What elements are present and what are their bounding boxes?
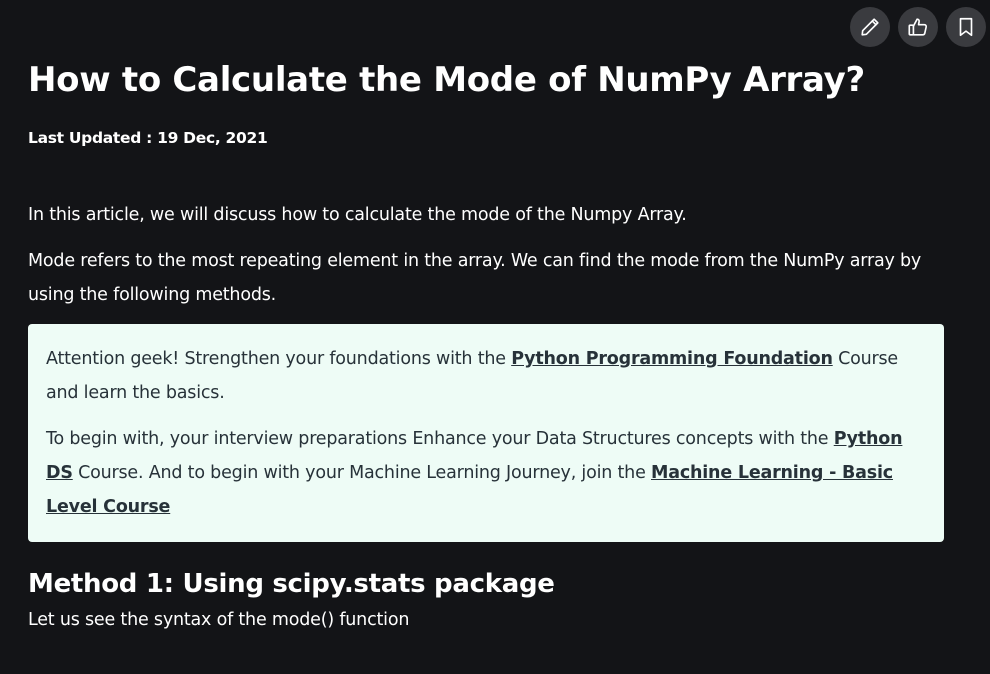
callout-line-1: Attention geek! Strengthen your foundati… [46,342,926,410]
callout-line-2: To begin with, your interview preparatio… [46,422,926,524]
bookmark-button[interactable] [946,7,986,47]
callout-text: To begin with, your interview preparatio… [46,429,834,449]
method-1-text: Let us see the syntax of the mode() func… [28,610,410,630]
intro-paragraph: In this article, we will discuss how to … [28,205,687,225]
article-content: How to Calculate the Mode of NumPy Array… [28,0,944,632]
bookmark-icon [959,17,973,37]
last-updated: Last Updated : 19 Dec, 2021 [28,129,268,147]
article-title: How to Calculate the Mode of NumPy Array… [28,60,865,100]
callout-text: Course. And to begin with your Machine L… [72,463,651,483]
python-foundation-link[interactable]: Python Programming Foundation [511,349,833,369]
callout-text: Attention geek! Strengthen your foundati… [46,349,512,369]
method-1-heading: Method 1: Using scipy.stats package [28,569,555,599]
course-callout: Attention geek! Strengthen your foundati… [28,324,944,542]
description-paragraph: Mode refers to the most repeating elemen… [28,251,922,305]
article-page: How to Calculate the Mode of NumPy Array… [0,0,990,674]
